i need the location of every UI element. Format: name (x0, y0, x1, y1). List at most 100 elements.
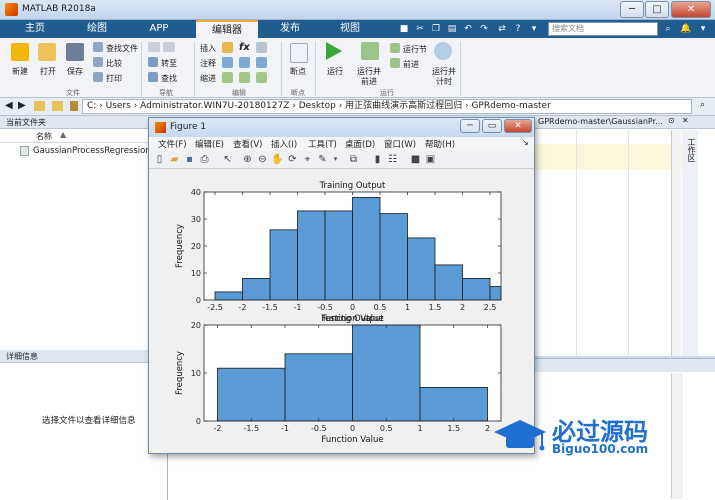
menu-insert[interactable]: 插入(I) (271, 138, 297, 150)
zoom-in-icon[interactable]: ⊕ (241, 153, 254, 166)
wrap-comment-icon[interactable] (239, 57, 250, 68)
run-button[interactable]: 运行 (327, 66, 343, 77)
save-figure-icon[interactable]: ▪ (183, 153, 196, 166)
breadcrumb[interactable]: C: › Users › Administrator.WIN7U-2018012… (82, 99, 692, 114)
switch-window-icon[interactable]: ⇄ (496, 23, 508, 35)
hide-plot-tools-icon[interactable]: ■ (409, 153, 422, 166)
tab-publish[interactable]: 发布 (262, 20, 318, 38)
print-button[interactable]: 打印 (106, 73, 122, 84)
print-icon[interactable] (93, 72, 103, 82)
back-arrow-icon[interactable] (148, 42, 160, 52)
comment-percent-icon[interactable] (222, 57, 233, 68)
goto-button[interactable]: 转至 (161, 58, 177, 69)
save-button[interactable]: 保存 (67, 66, 83, 77)
link-plot-icon[interactable]: ⧉ (347, 153, 360, 166)
new-button[interactable]: 新建 (12, 66, 28, 77)
breakpoints-button[interactable]: 断点 (290, 66, 306, 77)
compare-icon[interactable] (93, 57, 103, 67)
show-plot-tools-icon[interactable]: ▣ (424, 153, 437, 166)
dock-arrow-icon[interactable]: ↘ (522, 138, 529, 147)
file-name[interactable]: GaussianProcessRegression.m (33, 146, 162, 156)
figure-restore-button[interactable]: ▭ (482, 119, 502, 133)
dropdown-icon[interactable]: ▾ (528, 23, 540, 35)
menu-tools[interactable]: 工具(T) (308, 138, 337, 150)
menu-view[interactable]: 查看(V) (233, 138, 262, 150)
help-q-icon[interactable]: ? (512, 23, 524, 35)
panel-menu-icon[interactable]: ⊙ (668, 116, 675, 125)
pan-hand-icon[interactable]: ✋ (271, 153, 284, 166)
rotate-3d-icon[interactable]: ⟳ (286, 153, 299, 166)
smart-indent-icon[interactable] (222, 72, 233, 83)
minimize-button[interactable]: ─ (620, 1, 644, 18)
search-folder-icon[interactable]: ⌕ (700, 100, 705, 110)
find-files-icon[interactable] (93, 42, 103, 52)
breakpoints-icon[interactable] (290, 43, 308, 63)
figure-close-button[interactable]: ✕ (504, 119, 532, 133)
run-icon[interactable] (326, 42, 342, 60)
undo-icon[interactable]: ↶ (462, 23, 474, 35)
tab-editor[interactable]: 编辑器 (196, 20, 258, 38)
paste-icon[interactable]: ▤ (446, 23, 458, 35)
forward-icon[interactable]: ▶ (18, 100, 26, 111)
tab-view[interactable]: 视图 (322, 20, 378, 38)
run-advance-icon[interactable] (361, 42, 379, 60)
run-section-icon[interactable] (390, 43, 400, 53)
data-cursor-icon[interactable]: ⌖ (301, 153, 314, 166)
copy-icon[interactable]: ❐ (430, 23, 442, 35)
brush-icon[interactable]: ✎ (316, 153, 329, 166)
insert-section-icon[interactable] (222, 42, 233, 53)
comment-button[interactable]: 注释 (200, 58, 216, 69)
close-button[interactable]: ✕ (671, 1, 711, 18)
ribbon-collapse-icon[interactable]: ▾ (697, 23, 709, 35)
notification-icon[interactable]: 🔔 (680, 23, 692, 35)
insert-colorbar-icon[interactable]: ▮ (371, 153, 384, 166)
browse-folder-icon[interactable] (52, 101, 63, 111)
open-folder-icon[interactable] (38, 43, 56, 61)
plot-area[interactable]: -2.5 -2 -1.5 -1 -0.5 0 0.5 1 1.5 2 2.5 0 10 20 30 40 Tra… (151, 170, 532, 452)
figure-minimize-button[interactable]: ─ (460, 119, 480, 133)
forward-arrow-icon[interactable] (163, 42, 175, 52)
goto-icon[interactable] (148, 57, 158, 67)
indent-button[interactable]: 缩进 (200, 73, 216, 84)
cut-icon[interactable]: ✂ (414, 23, 426, 35)
up-folder-icon[interactable] (34, 101, 45, 111)
find-button[interactable]: 查找 (161, 73, 177, 84)
workspace-label[interactable]: 工作区 (686, 138, 697, 162)
run-and-time-button-line2[interactable]: 计时 (436, 76, 452, 87)
save-quick-icon[interactable]: ■ (398, 23, 410, 35)
new-figure-icon[interactable]: ▯ (153, 153, 166, 166)
tab-plots[interactable]: 绘图 (72, 20, 122, 38)
find-files-button[interactable]: 查找文件 (106, 43, 138, 54)
menu-help[interactable]: 帮助(H) (425, 138, 455, 150)
search-icon[interactable]: ⌕ (662, 23, 674, 35)
list-item[interactable]: GaussianProcessRegression.m (0, 144, 168, 158)
maximize-button[interactable]: □ (645, 1, 669, 18)
run-and-time-icon[interactable] (434, 42, 452, 60)
menu-edit[interactable]: 编辑(E) (195, 138, 224, 150)
open-file-icon[interactable]: ▰ (168, 153, 181, 166)
search-documentation-input[interactable]: 搜索文档 (548, 22, 658, 36)
back-icon[interactable]: ◀ (5, 100, 13, 111)
print-figure-icon[interactable]: ⎙ (198, 153, 211, 166)
menu-window[interactable]: 窗口(W) (384, 138, 416, 150)
advance-button[interactable]: 前进 (403, 59, 419, 70)
figure-window[interactable]: Figure 1 ─ ▭ ✕ 文件(F) 编辑(E) 查看(V) 插入(I) 工… (148, 117, 535, 454)
tab-home[interactable]: 主页 (10, 20, 60, 38)
run-advance-button-line2[interactable]: 前进 (361, 76, 377, 87)
insert-grid-icon[interactable] (256, 42, 267, 53)
tab-apps[interactable]: APP (134, 20, 184, 38)
decrease-indent-icon[interactable] (256, 72, 267, 83)
redo-icon[interactable]: ↷ (478, 23, 490, 35)
increase-indent-icon[interactable] (239, 72, 250, 83)
find-icon[interactable] (148, 72, 158, 82)
menu-file[interactable]: 文件(F) (158, 138, 187, 150)
panel-close-icon[interactable]: ✕ (682, 116, 689, 125)
pointer-icon[interactable]: ↖ (221, 153, 234, 166)
drive-icon[interactable] (70, 101, 78, 111)
insert-legend-icon[interactable]: ☷ (386, 153, 399, 166)
zoom-out-icon[interactable]: ⊖ (256, 153, 269, 166)
histogram-plots[interactable]: -2.5 -2 -1.5 -1 -0.5 0 0.5 1 1.5 2 2.5010203040Tra… (151, 170, 532, 452)
fx-button[interactable]: fx (239, 42, 250, 53)
insert-button[interactable]: 插入 (200, 43, 216, 54)
brush-dropdown-icon[interactable]: ▾ (329, 153, 342, 166)
